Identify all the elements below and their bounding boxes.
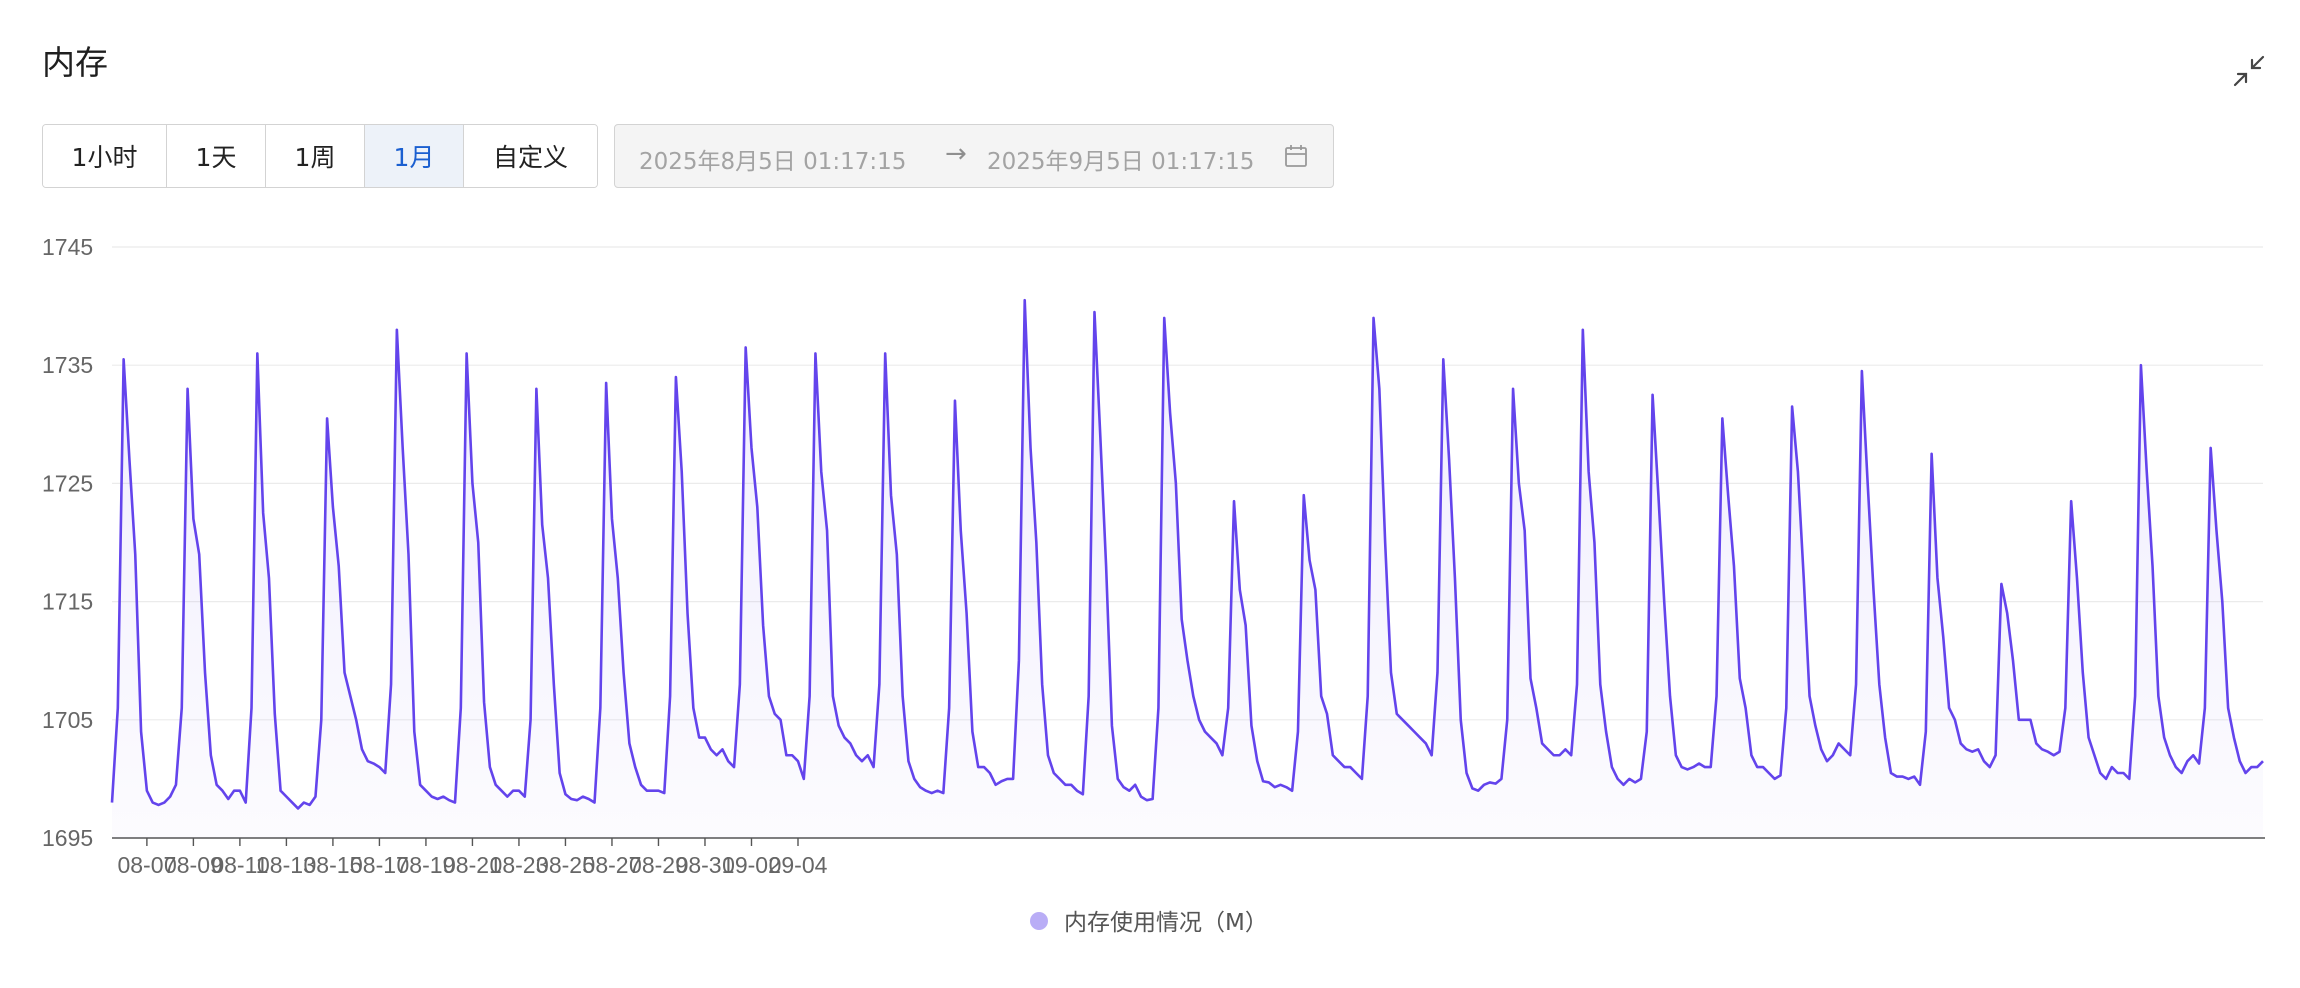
x-axis: 08-0708-0908-1108-1308-1508-1708-1908-21…: [112, 837, 2265, 878]
memory-usage-chart: 1745 1735 1725 1715 1705 1695 08-0708-0908-11…: [42, 234, 2265, 936]
series-layer: [110, 298, 2264, 838]
legend-label: 内存使用情况（M）: [1064, 910, 1268, 936]
y-axis-labels: 1745 1735 1725 1715 1705 1695: [42, 234, 93, 851]
series-area: [112, 300, 2263, 838]
y-tick-label: 1695: [42, 825, 93, 851]
x-tick-label: 09-04: [769, 852, 828, 878]
y-tick-label: 1725: [42, 470, 93, 496]
y-tick-label: 1705: [42, 707, 93, 733]
y-tick-label: 1735: [42, 352, 93, 378]
legend-marker: [1030, 912, 1048, 930]
legend-item[interactable]: 内存使用情况（M）: [1030, 910, 1268, 936]
y-tick-label: 1715: [42, 589, 93, 615]
chart-legend: 内存使用情况（M）: [1030, 910, 1268, 936]
y-tick-label: 1745: [42, 234, 93, 260]
